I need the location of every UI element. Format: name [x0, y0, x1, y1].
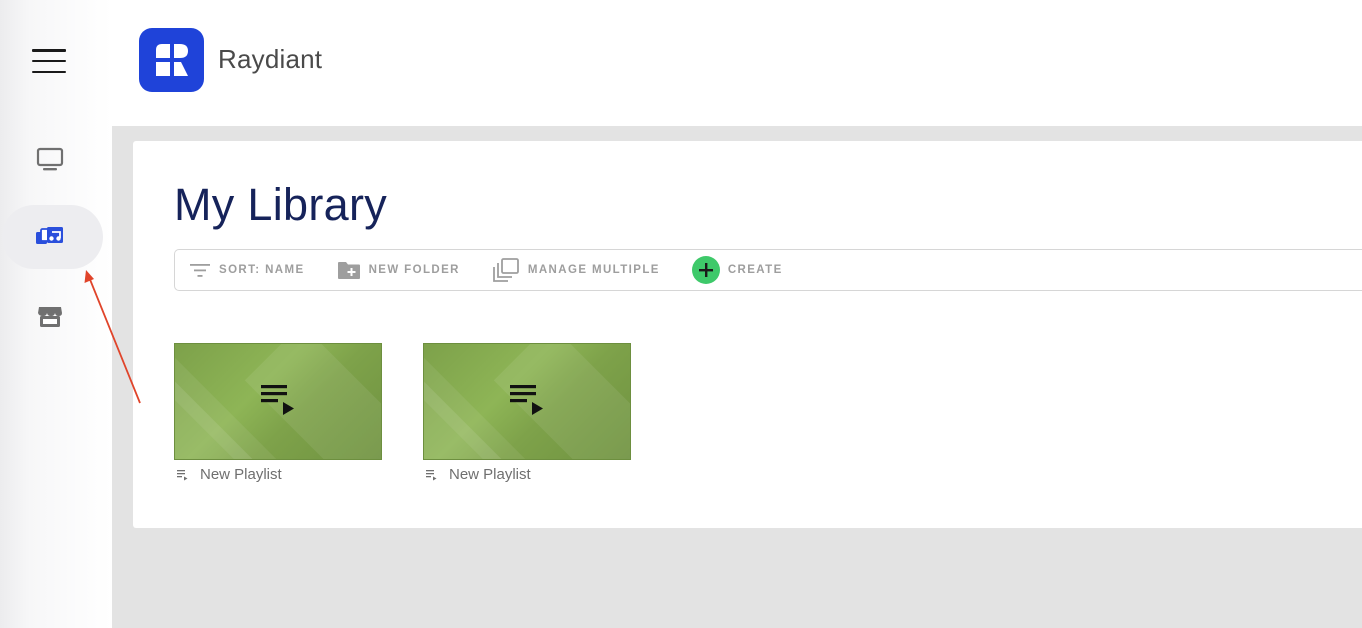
plus-circle-icon: [691, 256, 720, 284]
sort-icon: [189, 262, 211, 278]
library-item[interactable]: New Playlist: [174, 343, 382, 483]
manage-multiple-button[interactable]: MANAGE MULTIPLE: [492, 257, 660, 283]
library-toolbar: SORT: NAME NEW FOLDER MANAGE MULTIPLE CR…: [174, 249, 1362, 291]
store-icon: [38, 307, 62, 327]
monitor-icon: [36, 147, 64, 171]
playlist-icon: [261, 385, 294, 415]
item-name[interactable]: New Playlist: [200, 466, 282, 483]
brand-name: Raydiant: [218, 44, 323, 74]
sort-button[interactable]: SORT: NAME: [189, 262, 305, 278]
folder-add-icon: [337, 260, 361, 280]
playlist-thumbnail[interactable]: [423, 343, 631, 460]
sidebar-item-displays[interactable]: [0, 128, 112, 192]
sidebar: [0, 0, 112, 628]
raydiant-logo[interactable]: [139, 28, 204, 92]
create-button[interactable]: CREATE: [691, 256, 783, 284]
page-title: My Library: [174, 179, 388, 230]
new-folder-button[interactable]: NEW FOLDER: [337, 260, 460, 280]
sidebar-item-marketplace[interactable]: [0, 285, 112, 349]
manage-multiple-label: MANAGE MULTIPLE: [527, 264, 660, 276]
new-folder-label: NEW FOLDER: [368, 264, 460, 276]
raydiant-logo-icon: [155, 44, 188, 76]
app-header: Raydiant: [112, 0, 1362, 126]
item-caption: New Playlist: [174, 466, 382, 483]
sort-label: SORT: NAME: [219, 264, 305, 276]
playlist-thumbnail[interactable]: [174, 343, 382, 460]
playlist-small-icon: [425, 469, 439, 481]
manage-multiple-icon: [492, 257, 520, 283]
item-name[interactable]: New Playlist: [449, 466, 531, 483]
library-item[interactable]: New Playlist: [423, 343, 631, 483]
playlist-icon: [510, 385, 543, 415]
playlist-small-icon: [176, 469, 190, 481]
hamburger-icon[interactable]: [28, 44, 70, 78]
create-label: CREATE: [727, 264, 783, 276]
sidebar-item-library[interactable]: [0, 205, 112, 269]
item-caption: New Playlist: [423, 466, 631, 483]
media-library-icon: [36, 227, 63, 244]
